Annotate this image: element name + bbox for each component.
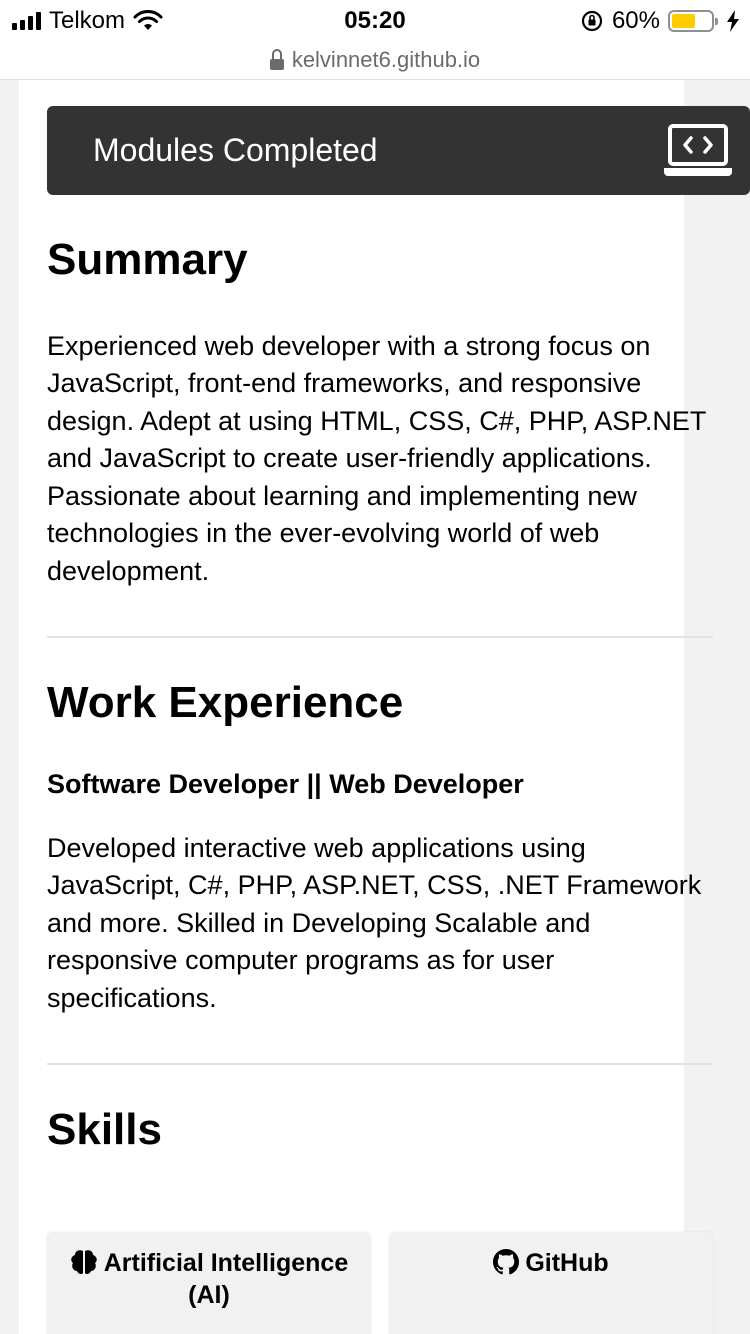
- laptop-code-icon: [664, 124, 732, 176]
- github-icon: [493, 1249, 520, 1275]
- status-right: 60%: [580, 7, 740, 35]
- modules-completed-label: Modules Completed: [93, 132, 378, 168]
- skill-card-github[interactable]: GitHub: [389, 1232, 713, 1334]
- skill-card-ai[interactable]: Artificial Intelligence (AI): [47, 1232, 371, 1334]
- summary-text: Experienced web developer with a strong …: [47, 330, 706, 586]
- status-bar: Telkom 05:20 60%: [0, 0, 750, 40]
- summary-heading: Summary: [47, 235, 248, 284]
- work-experience-heading: Work Experience: [47, 678, 404, 728]
- battery-percent: 60%: [611, 7, 660, 34]
- modules-completed-bar[interactable]: Modules Completed: [47, 106, 750, 195]
- lock-icon: [269, 48, 284, 70]
- divider: [47, 636, 713, 639]
- main-content: Summary Experienced web developer with a…: [47, 195, 713, 1156]
- job-title: Software Developer || Web Developer: [47, 768, 524, 799]
- skill-label-github: GitHub: [525, 1249, 609, 1277]
- divider: [47, 1063, 713, 1066]
- skill-label-ai: Artificial Intelligence (AI): [103, 1249, 349, 1309]
- skills-grid: Artificial Intelligence (AI) GitHub: [47, 1232, 713, 1334]
- battery-fill: [672, 14, 695, 28]
- rotation-lock-icon: [581, 10, 603, 32]
- charging-bolt-icon: [727, 10, 739, 32]
- work-description: Developed interactive web applications u…: [47, 832, 702, 1013]
- url-bar[interactable]: kelvinnet6.github.io: [0, 40, 750, 80]
- skills-heading: Skills: [47, 1105, 162, 1155]
- battery-icon: [668, 10, 718, 32]
- brain-icon: [70, 1250, 97, 1275]
- url-text[interactable]: kelvinnet6.github.io: [292, 47, 480, 73]
